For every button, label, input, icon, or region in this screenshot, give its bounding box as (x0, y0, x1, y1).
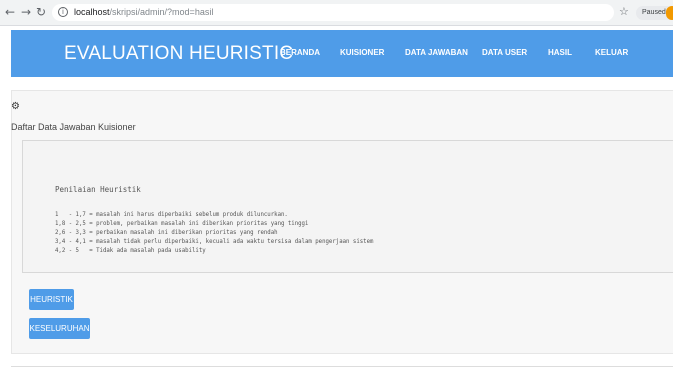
url-text[interactable]: localhost/skripsi/admin/?mod=hasil (74, 6, 213, 18)
back-arrow-icon[interactable]: ← (5, 5, 15, 19)
criteria-line: 1,8 - 2,5 = problem, perbaikan masalah i… (55, 221, 309, 227)
gear-icon: ⚙ (11, 101, 20, 112)
url-path: /skripsi/admin/?mod=hasil (109, 7, 214, 17)
nav-keluar[interactable]: KELUAR (595, 48, 628, 58)
nav-data-user[interactable]: DATA USER (482, 48, 527, 58)
nav-beranda[interactable]: BERANDA (280, 48, 320, 58)
criteria-line: 4,2 - 5 = Tidak ada masalah pada usabili… (55, 248, 206, 254)
page-title: Daftar Data Jawaban Kuisioner (11, 122, 136, 132)
forward-arrow-icon[interactable]: → (21, 5, 31, 19)
criteria-line: 3,4 - 4,1 = masalah tidak perlu diperbai… (55, 239, 374, 245)
address-bar[interactable]: i localhost/skripsi/admin/?mod=hasil (52, 4, 614, 21)
keseluruhan-button[interactable]: KESELURUHAN (29, 318, 90, 339)
nav-kuisioner[interactable]: KUISIONER (340, 48, 384, 58)
criteria-line: 2,6 - 3,3 = perbaikan masalah ini diberi… (55, 230, 278, 236)
browser-toolbar: ← → ↻ i localhost/skripsi/admin/?mod=has… (0, 0, 673, 26)
reload-icon[interactable]: ↻ (36, 5, 46, 19)
brand-title: EVALUATION HEURISTIC (64, 43, 294, 64)
url-host: localhost (74, 7, 110, 17)
info-icon[interactable]: i (58, 7, 68, 17)
criteria-title: Penilaian Heuristik (55, 185, 141, 194)
star-icon[interactable]: ☆ (619, 5, 629, 19)
app-header: EVALUATION HEURISTIC BERANDA KUISIONER D… (11, 30, 673, 77)
nav-data-jawaban[interactable]: DATA JAWABAN (405, 48, 468, 58)
heuristik-button[interactable]: HEURISTIK (29, 289, 74, 310)
divider (11, 366, 673, 367)
nav-hasil[interactable]: HASIL (548, 48, 572, 58)
criteria-line: 1 - 1,7 = masalah ini harus diperbaiki s… (55, 212, 288, 218)
profile-avatar[interactable] (666, 6, 673, 20)
